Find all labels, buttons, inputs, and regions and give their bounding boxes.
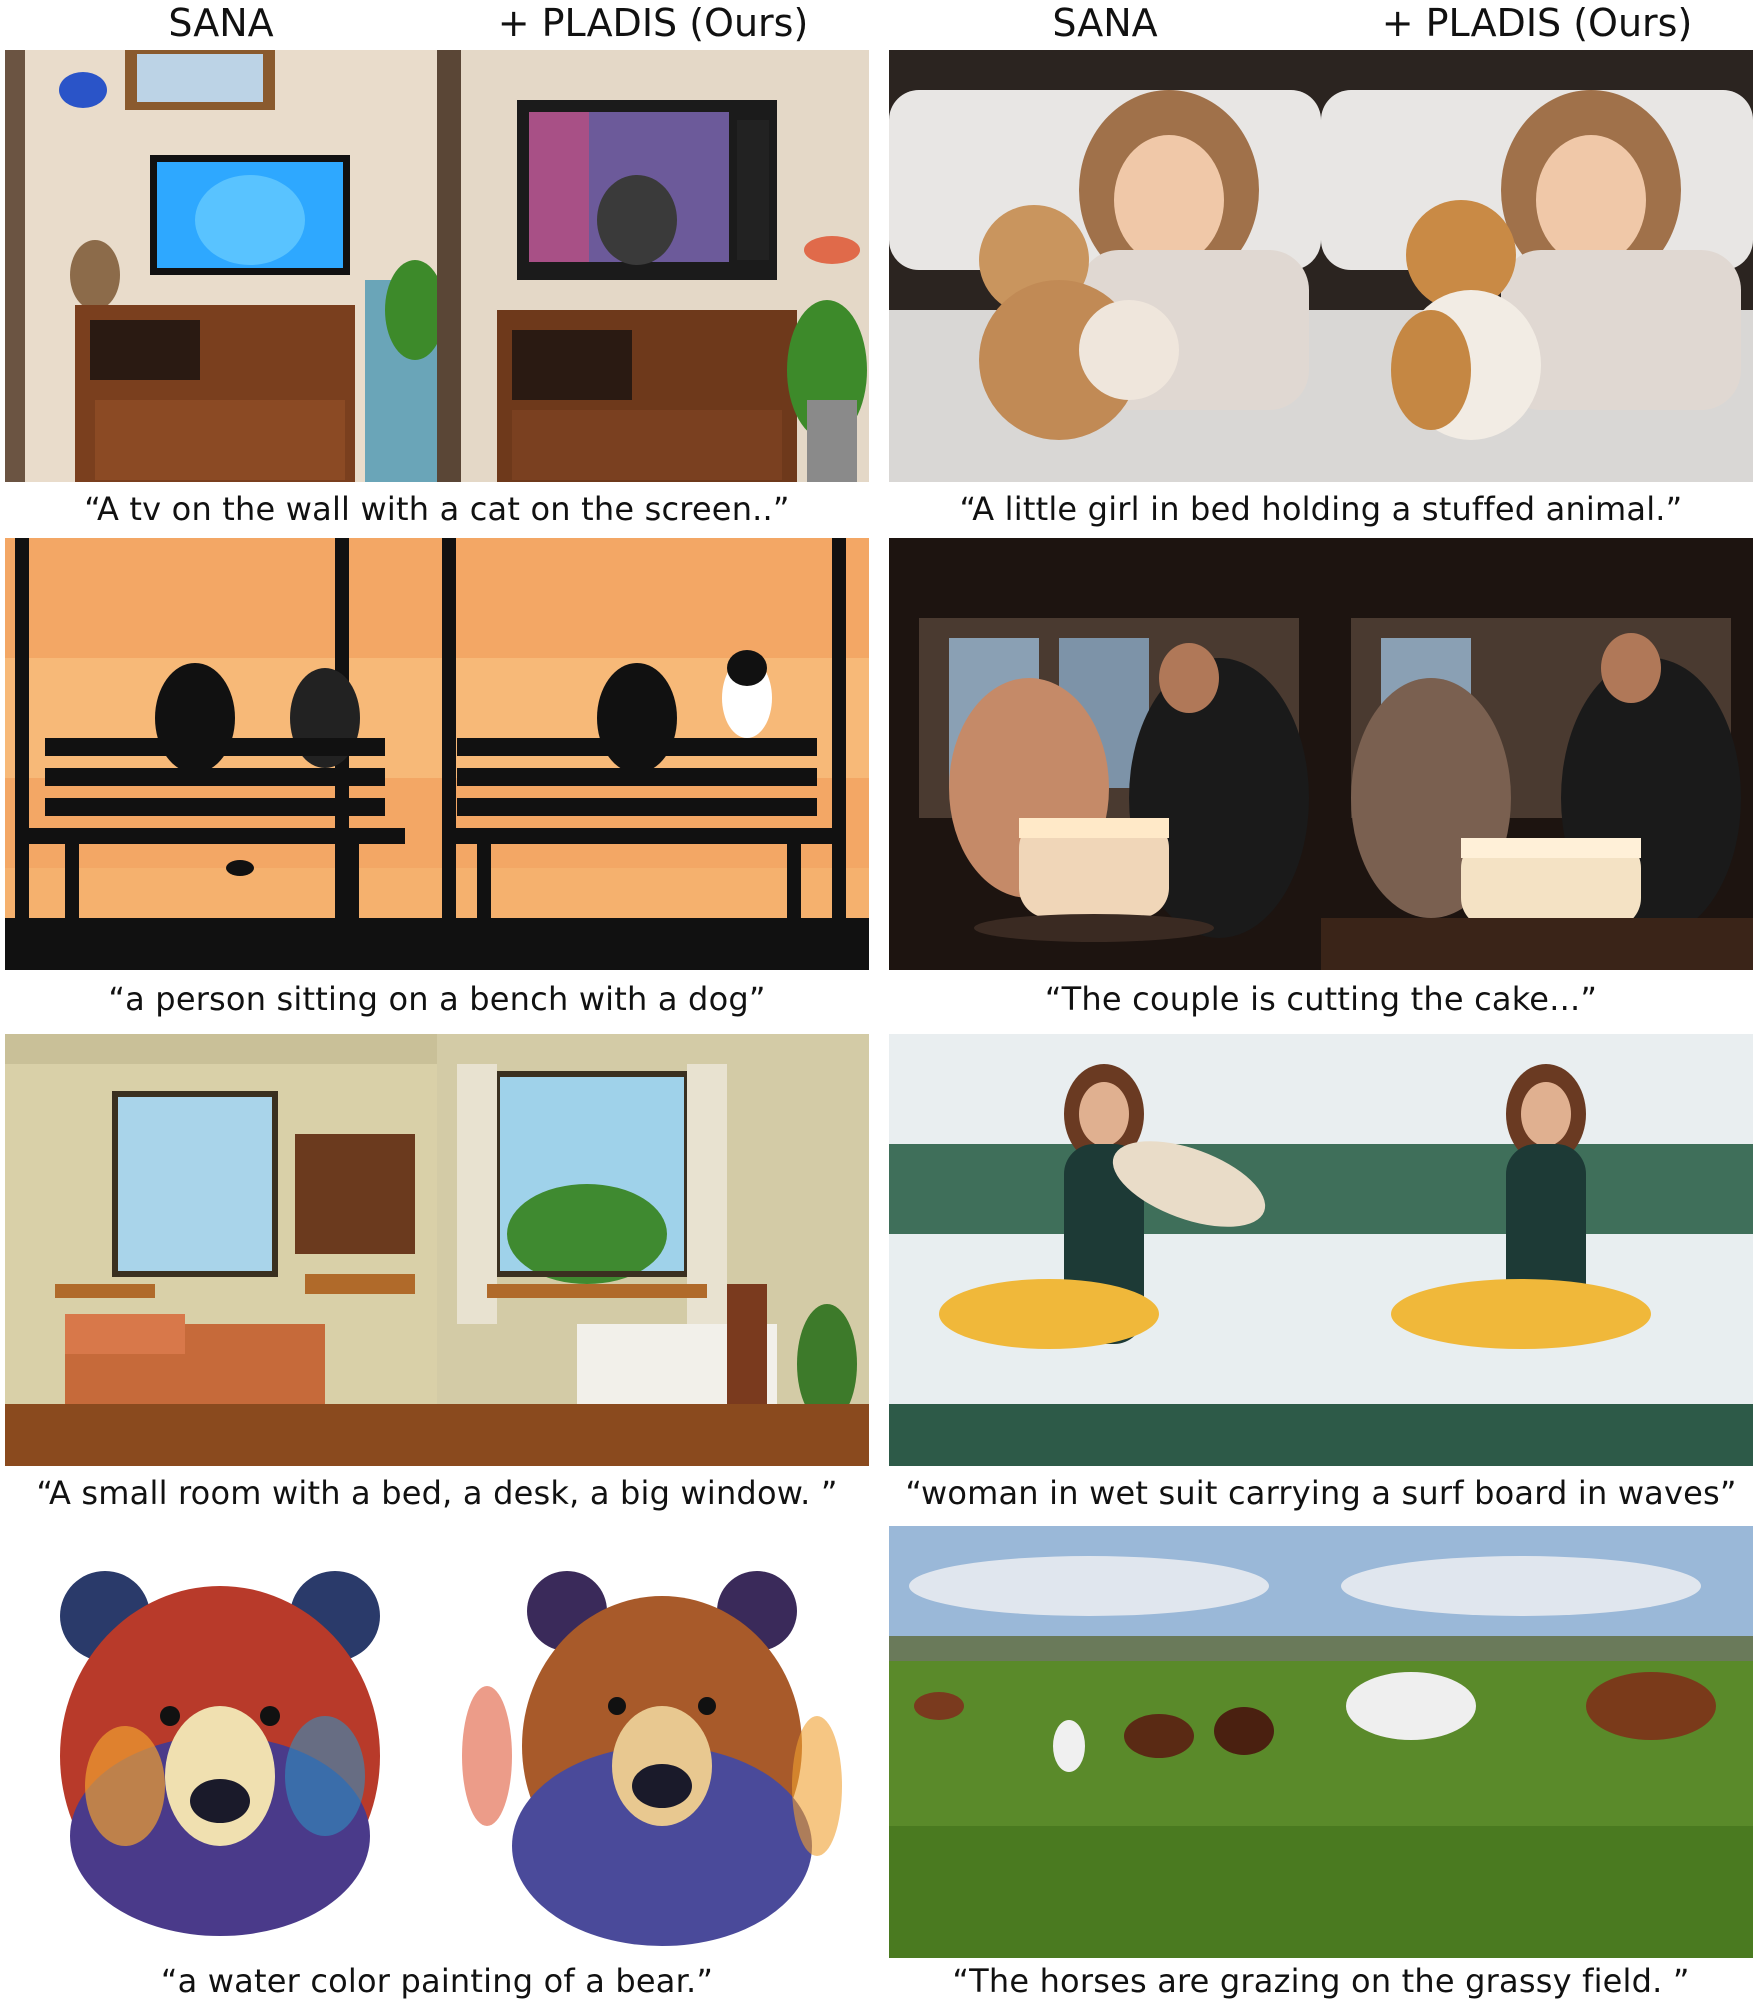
image-bench-sana <box>5 538 437 970</box>
image-cake-sana <box>889 538 1321 970</box>
caption-horses: “The horses are grazing on the grassy fi… <box>952 1962 1690 2000</box>
header-right-sana: SANA <box>1052 1 1158 45</box>
image-cake-pladis <box>1321 538 1753 970</box>
image-room-sana <box>5 1034 437 1466</box>
caption-surf: “woman in wet suit carrying a surf board… <box>905 1474 1737 1512</box>
image-bench-pladis <box>437 538 869 970</box>
image-horses-sana <box>889 1526 1321 1958</box>
image-girl-bear-sana <box>889 50 1321 482</box>
image-bear-pladis <box>437 1526 869 1958</box>
header-left-pladis: + PLADIS (Ours) <box>497 1 809 45</box>
image-tv-cat-sana <box>5 50 437 482</box>
image-room-pladis <box>437 1034 869 1466</box>
image-surf-sana <box>889 1034 1321 1466</box>
caption-room: “A small room with a bed, a desk, a big … <box>36 1474 838 1512</box>
caption-girl-bear: “A little girl in bed holding a stuffed … <box>959 490 1683 528</box>
header-left-sana: SANA <box>168 1 274 45</box>
image-surf-pladis <box>1321 1034 1753 1466</box>
image-girl-bear-pladis <box>1321 50 1753 482</box>
caption-tv-cat: “A tv on the wall with a cat on the scre… <box>84 490 790 528</box>
image-bear-sana <box>5 1526 437 1958</box>
caption-bear: “a water color painting of a bear.” <box>160 1962 714 2000</box>
image-horses-pladis <box>1321 1526 1753 1958</box>
image-tv-cat-pladis <box>437 50 869 482</box>
caption-bench: “a person sitting on a bench with a dog” <box>108 980 766 1018</box>
header-right-pladis: + PLADIS (Ours) <box>1381 1 1693 45</box>
caption-cake: “The couple is cutting the cake...” <box>1044 980 1598 1018</box>
